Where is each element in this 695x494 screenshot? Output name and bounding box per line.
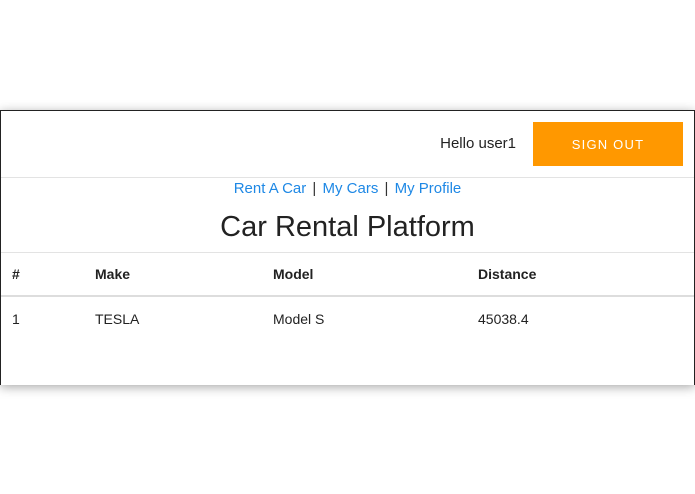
user-greeting: Hello user1 [440, 135, 516, 152]
column-header-distance: Distance [478, 253, 694, 297]
top-bar: Hello user1 SIGN OUT [1, 111, 694, 178]
nav-link-rent-a-car[interactable]: Rent A Car [234, 180, 307, 197]
cell-distance: 45038.4 [478, 311, 529, 327]
sign-out-button[interactable]: SIGN OUT [533, 122, 683, 166]
column-header-make: Make [95, 253, 273, 297]
nav-separator: | [384, 180, 389, 197]
app-window: Hello user1 SIGN OUT Rent A Car | My Car… [0, 110, 695, 385]
column-header-index: # [1, 253, 95, 297]
nav-link-my-cars[interactable]: My Cars [323, 180, 379, 197]
cars-table-container: # Make Model Distance 1 TESLA Model S 45… [1, 252, 694, 341]
main-nav: Rent A Car | My Cars | My Profile [1, 180, 694, 197]
nav-separator: | [312, 180, 317, 197]
cell-index: 1 [12, 311, 20, 327]
table-header-row: # Make Model Distance [1, 253, 694, 297]
cell-model: Model S [273, 311, 325, 327]
nav-link-my-profile[interactable]: My Profile [395, 180, 462, 197]
table-row[interactable]: 1 TESLA Model S 45038.4 [1, 296, 694, 341]
cell-make: TESLA [95, 311, 140, 327]
page-title: Car Rental Platform [220, 211, 475, 243]
cars-table: # Make Model Distance 1 TESLA Model S 45… [1, 253, 694, 341]
column-header-model: Model [273, 253, 478, 297]
